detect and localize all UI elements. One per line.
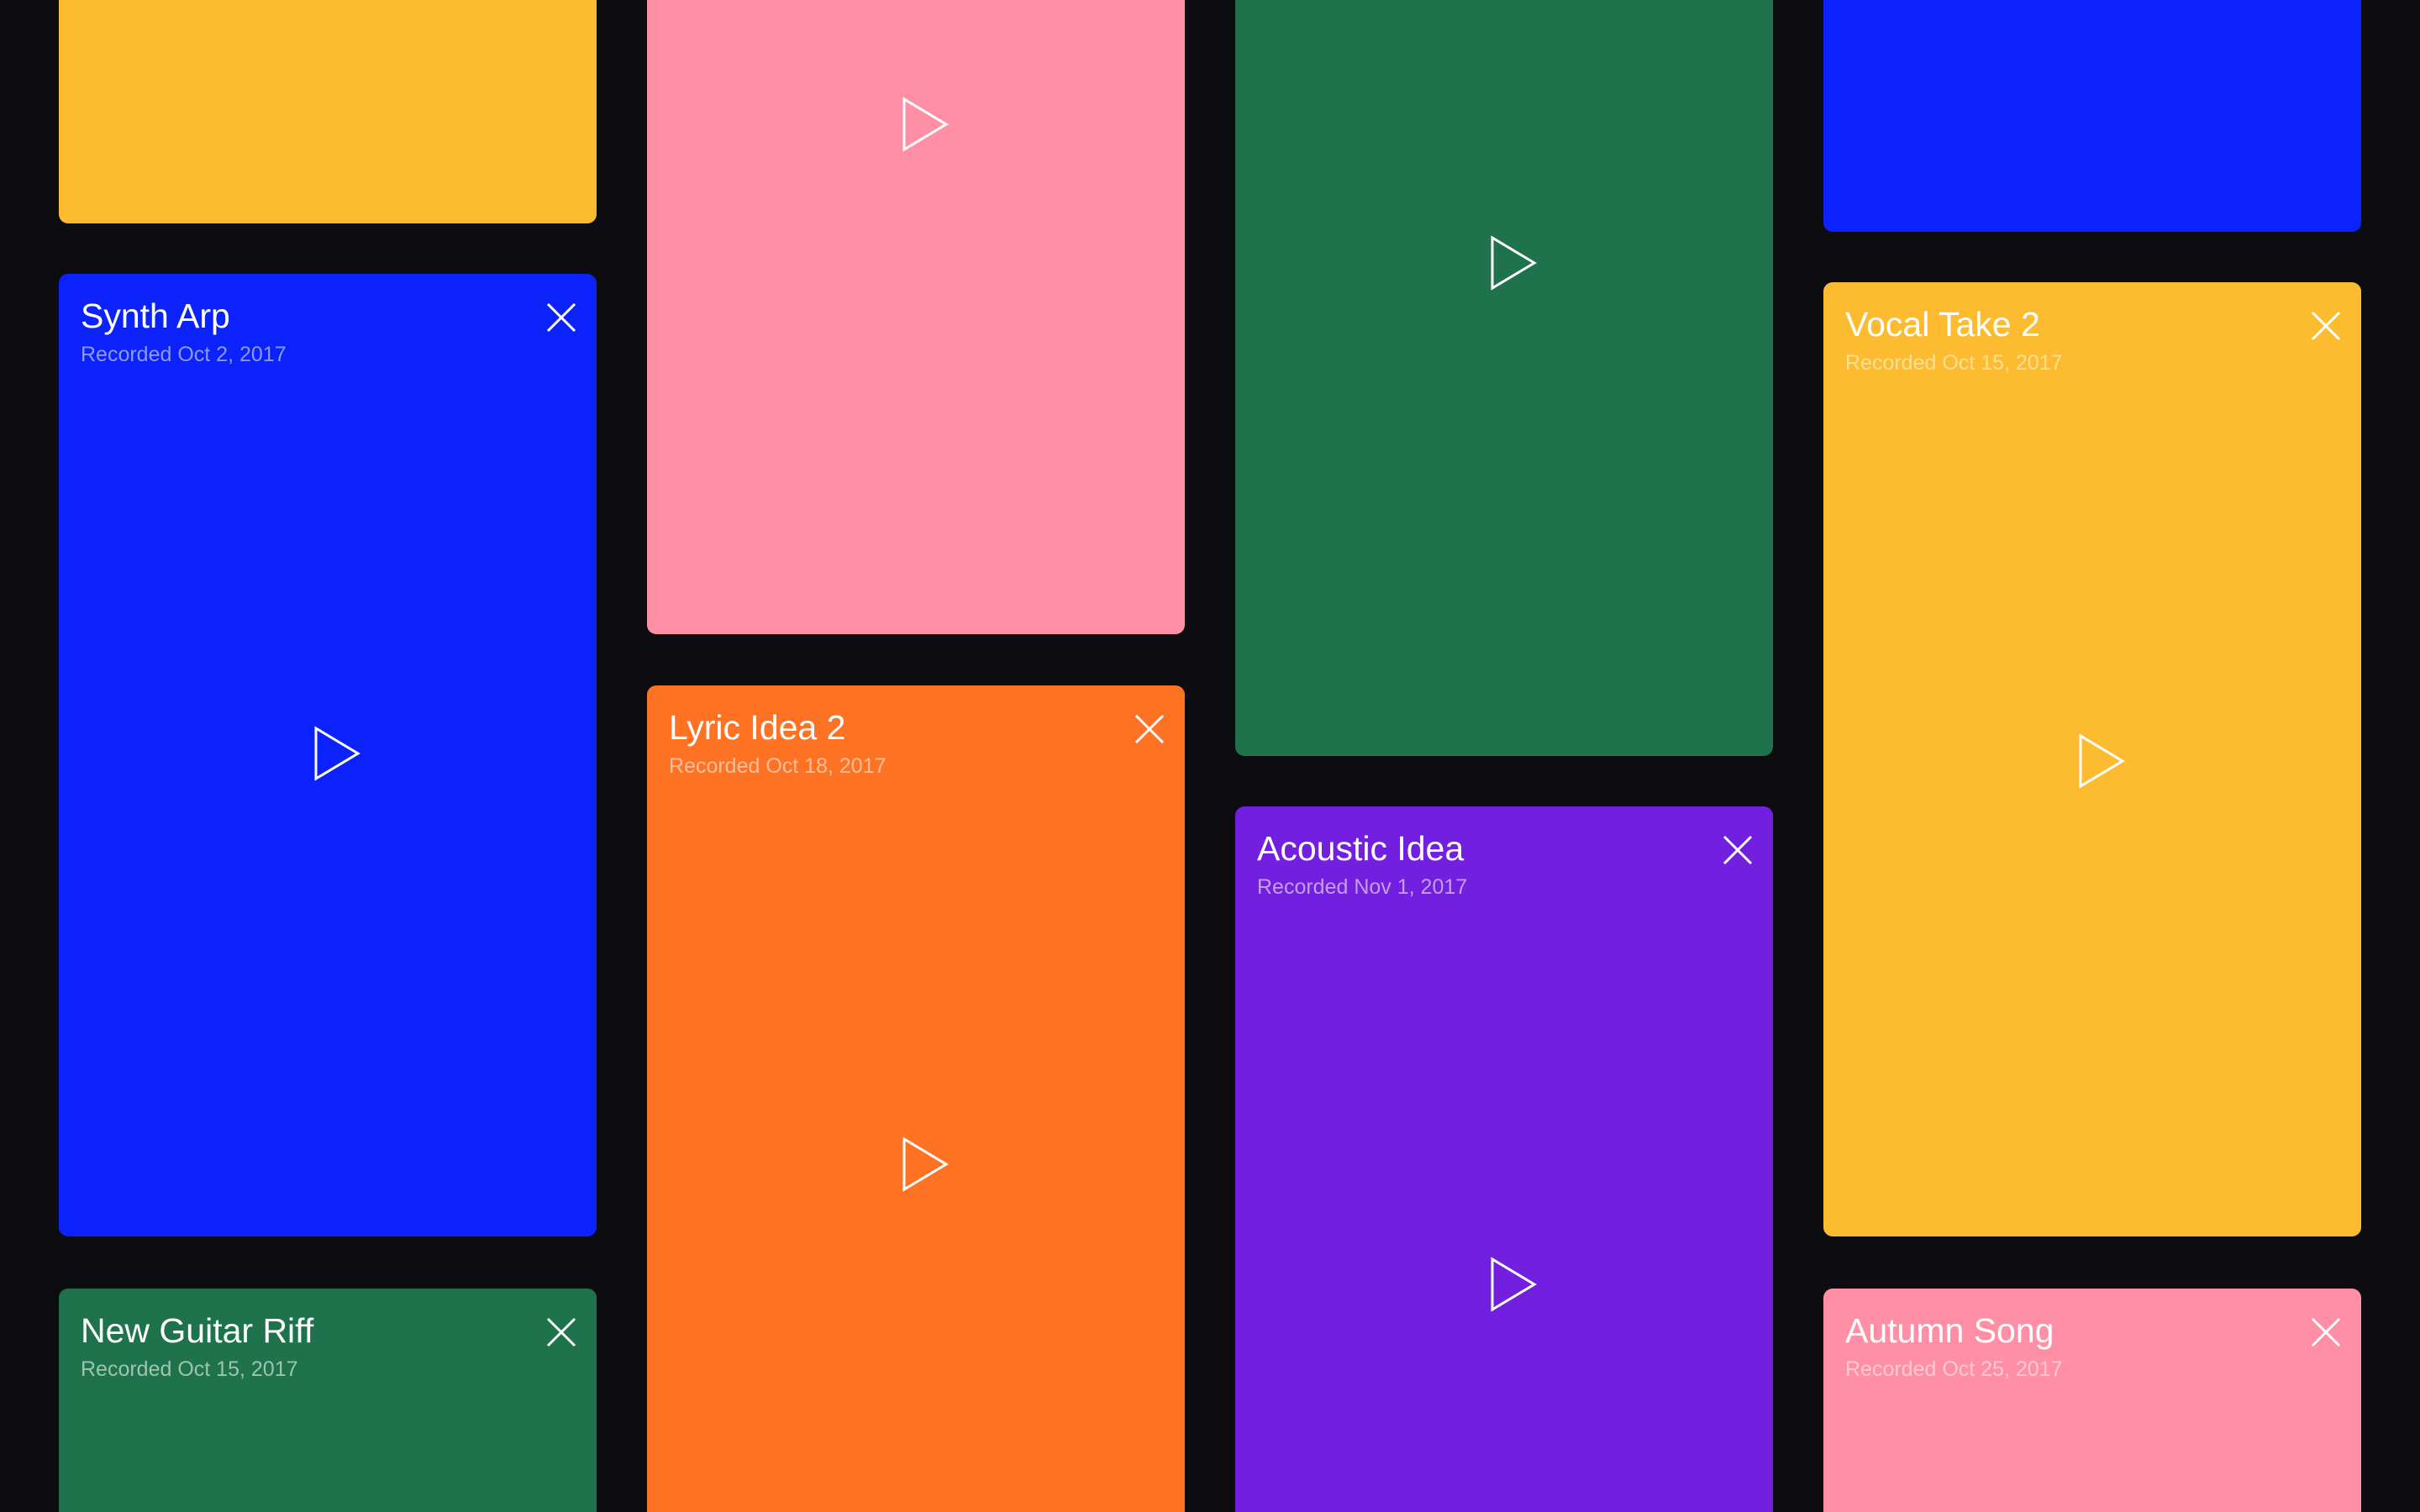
card-title: Autumn Song <box>1845 1311 2054 1350</box>
card-date: Recorded Oct 18, 2017 <box>669 754 886 778</box>
card-title: New Guitar Riff <box>81 1311 314 1350</box>
recording-card-new-guitar-riff[interactable]: New Guitar Riff Recorded Oct 15, 2017 <box>59 1289 597 1512</box>
close-icon[interactable] <box>543 299 580 336</box>
recording-card-autumn-song[interactable]: Autumn Song Recorded Oct 25, 2017 <box>1823 1289 2361 1512</box>
card-title: Lyric Idea 2 <box>669 708 846 747</box>
play-icon[interactable] <box>1486 1254 1539 1315</box>
recording-card-vocal-take-2[interactable]: Vocal Take 2 Recorded Oct 15, 2017 <box>1823 282 2361 1236</box>
close-icon[interactable] <box>1719 832 1756 869</box>
close-icon[interactable] <box>2307 307 2344 344</box>
recordings-board: Synth Arp Recorded Oct 2, 2017 New Guita… <box>0 0 2420 1512</box>
recording-card-blue-top[interactable] <box>1823 0 2361 232</box>
play-icon[interactable] <box>1486 233 1539 293</box>
play-icon[interactable] <box>309 723 363 784</box>
card-date: Recorded Oct 15, 2017 <box>1845 351 2063 375</box>
recording-card-acoustic-idea[interactable]: Acoustic Idea Recorded Nov 1, 2017 <box>1235 806 1773 1512</box>
card-date: Recorded Oct 2, 2017 <box>81 343 287 366</box>
card-date: Recorded Oct 15, 2017 <box>81 1357 298 1381</box>
card-date: Recorded Nov 1, 2017 <box>1257 875 1468 899</box>
card-title: Acoustic Idea <box>1257 829 1465 868</box>
recording-card-yellow-top[interactable] <box>59 0 597 223</box>
recording-card-synth-arp[interactable]: Synth Arp Recorded Oct 2, 2017 <box>59 274 597 1236</box>
play-icon[interactable] <box>2074 731 2128 791</box>
card-date: Recorded Oct 25, 2017 <box>1845 1357 2063 1381</box>
close-icon[interactable] <box>1131 711 1168 748</box>
recording-card-lyric-idea-2[interactable]: Lyric Idea 2 Recorded Oct 18, 2017 <box>647 685 1185 1512</box>
close-icon[interactable] <box>543 1314 580 1351</box>
close-icon[interactable] <box>2307 1314 2344 1351</box>
recording-card-pink-top[interactable] <box>647 0 1185 634</box>
recording-card-green-top[interactable] <box>1235 0 1773 756</box>
card-title: Vocal Take 2 <box>1845 305 2040 344</box>
play-icon[interactable] <box>897 94 951 155</box>
play-icon[interactable] <box>897 1134 951 1194</box>
card-title: Synth Arp <box>81 297 230 335</box>
